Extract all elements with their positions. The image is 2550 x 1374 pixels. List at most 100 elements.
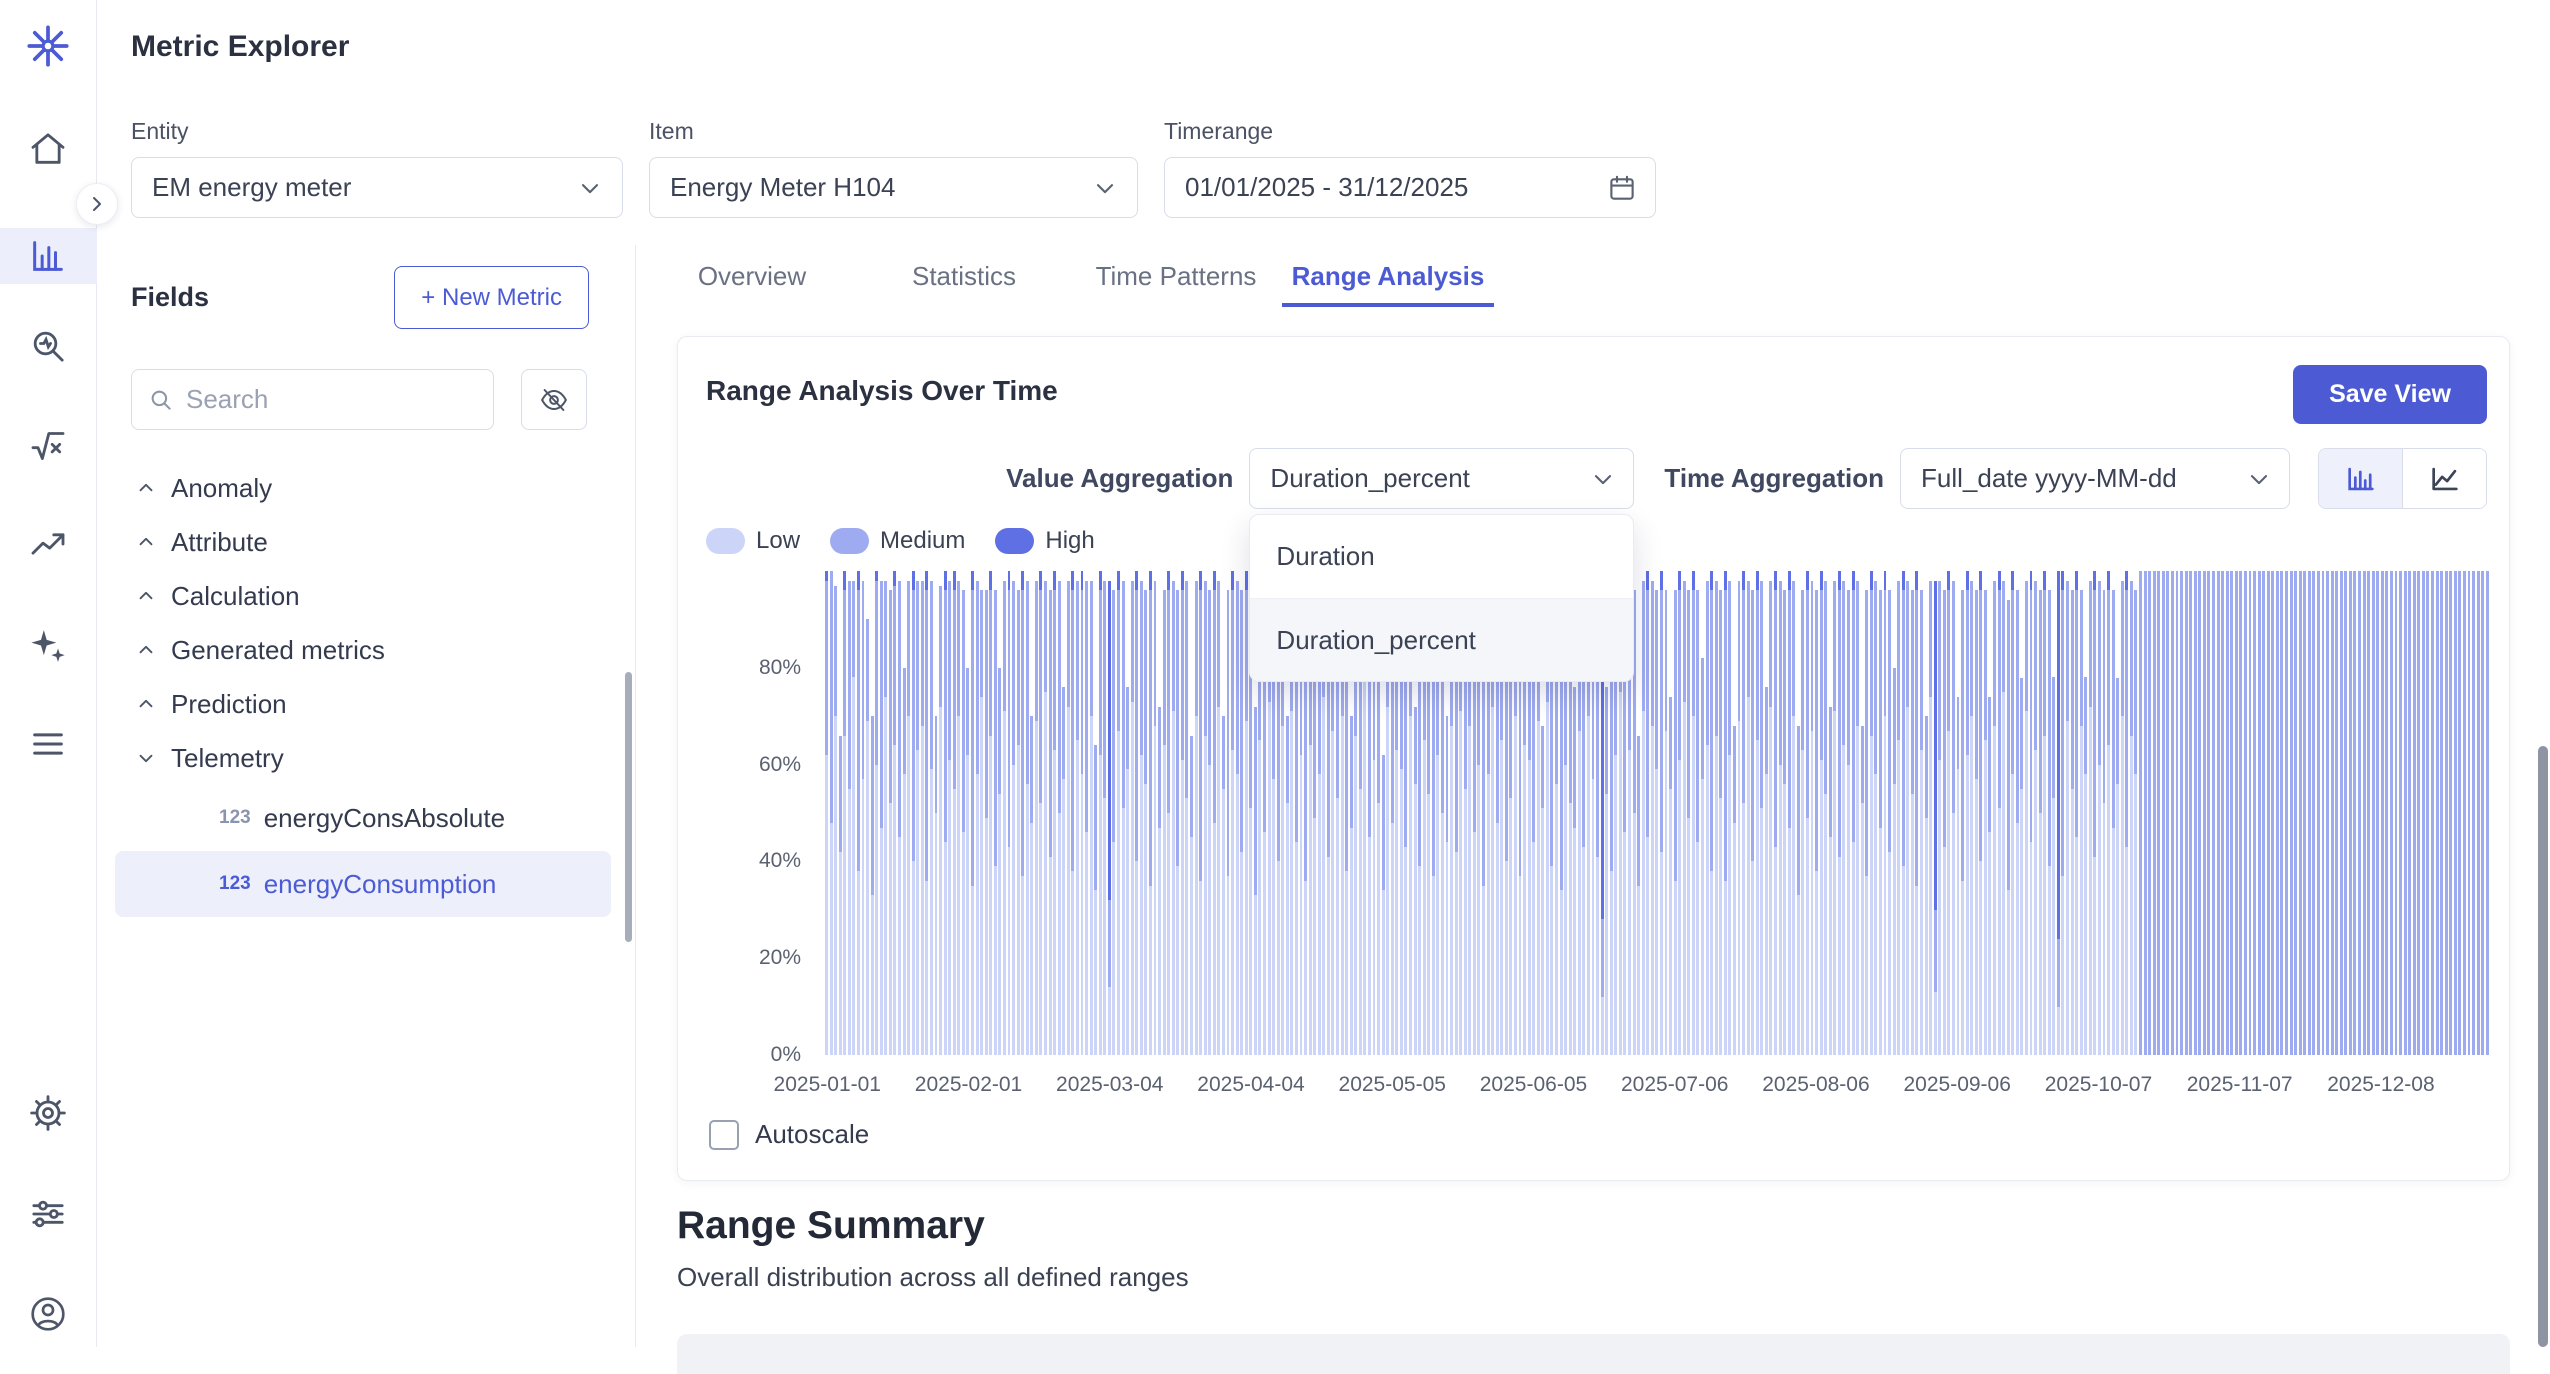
tree-group-generated-metrics[interactable]: Generated metrics xyxy=(97,623,625,677)
chevron-up-icon xyxy=(135,693,157,715)
home-icon[interactable] xyxy=(28,129,68,169)
tree-item-label: energyConsAbsolute xyxy=(264,803,505,834)
bars xyxy=(825,571,2488,1055)
tree-group-label: Calculation xyxy=(171,581,300,612)
tree-group-attribute[interactable]: Attribute xyxy=(97,515,625,569)
preferences-sliders-icon[interactable] xyxy=(28,1194,68,1234)
tree-group-label: Prediction xyxy=(171,689,287,720)
entity-filter: Entity EM energy meter xyxy=(131,118,623,218)
formula-sqrt-icon[interactable] xyxy=(28,426,68,466)
autoscale-label: Autoscale xyxy=(755,1119,869,1150)
search-metrics-icon[interactable] xyxy=(28,326,68,366)
legend-item-high: High xyxy=(995,527,1094,555)
tree-group-telemetry[interactable]: Telemetry xyxy=(97,731,625,785)
chart-type-toggle xyxy=(2318,448,2487,509)
menu-item-duration-percent[interactable]: Duration_percent xyxy=(1250,598,1633,681)
calendar-icon xyxy=(1607,173,1637,203)
bar-chart-view-button[interactable] xyxy=(2319,449,2402,508)
chevron-down-icon xyxy=(1091,174,1119,202)
card-title: Range Analysis Over Time xyxy=(706,375,1058,407)
list-menu-icon[interactable] xyxy=(28,724,68,764)
fields-title: Fields xyxy=(131,282,209,313)
item-filter: Item Energy Meter H104 xyxy=(649,118,1138,218)
entity-label: Entity xyxy=(131,118,623,145)
bar-chart-icon xyxy=(2344,462,2378,496)
tree-group-prediction[interactable]: Prediction xyxy=(97,677,625,731)
metrics-bar-chart-icon[interactable] xyxy=(28,236,68,276)
value-aggregation-label: Value Aggregation xyxy=(1006,463,1233,494)
time-aggregation-value: Full_date yyyy-MM-dd xyxy=(1921,463,2177,494)
ai-sparkles-icon[interactable] xyxy=(28,626,68,666)
trend-up-icon[interactable] xyxy=(28,524,68,564)
chevron-down-icon xyxy=(1589,465,1617,493)
new-metric-button[interactable]: + New Metric xyxy=(394,266,589,329)
page-scrollbar[interactable] xyxy=(2538,746,2548,1347)
tree-group-label: Attribute xyxy=(171,527,268,558)
save-view-button[interactable]: Save View xyxy=(2293,365,2487,424)
x-axis: 2025-01-012025-02-012025-03-042025-04-04… xyxy=(825,1063,2488,1097)
account-icon[interactable] xyxy=(28,1294,68,1334)
app-logo-icon[interactable] xyxy=(25,23,71,69)
search-icon xyxy=(148,387,174,413)
tab-overview[interactable]: Overview xyxy=(646,249,858,307)
panel-collapse-chevron[interactable] xyxy=(76,183,118,225)
tree-item-energyConsAbsolute[interactable]: 123 energyConsAbsolute xyxy=(115,785,611,851)
tab-time-patterns[interactable]: Time Patterns xyxy=(1070,249,1282,307)
autoscale-control: Autoscale xyxy=(709,1119,869,1150)
menu-item-duration[interactable]: Duration xyxy=(1250,515,1633,598)
value-aggregation-value: Duration_percent xyxy=(1270,463,1469,494)
range-analysis-card: Range Analysis Over Time Save View Value… xyxy=(677,336,2510,1181)
legend-label: Low xyxy=(756,527,800,555)
range-summary-subtitle: Overall distribution across all defined … xyxy=(677,1262,1189,1293)
chevron-up-icon xyxy=(135,585,157,607)
value-aggregation-select[interactable]: Duration_percent Duration Duration_perce… xyxy=(1249,448,1634,509)
summary-table-header-strip xyxy=(677,1334,2510,1374)
search-input[interactable] xyxy=(186,384,456,415)
page-header: Metric Explorer Entity EM energy meter I… xyxy=(97,0,2550,245)
time-aggregation-label: Time Aggregation xyxy=(1664,463,1884,494)
legend-swatch xyxy=(995,528,1034,554)
chevron-down-icon xyxy=(2245,465,2273,493)
chart-controls: Value Aggregation Duration_percent Durat… xyxy=(678,448,2487,509)
timerange-filter: Timerange 01/01/2025 - 31/12/2025 xyxy=(1164,118,1656,218)
rail-active-indicator xyxy=(0,228,97,284)
numeric-field-icon: 123 xyxy=(219,807,251,829)
tab-range-analysis[interactable]: Range Analysis xyxy=(1282,249,1494,307)
tree-group-label: Anomaly xyxy=(171,473,272,504)
stacked-bar-chart xyxy=(825,571,2488,1055)
fields-scrollbar[interactable] xyxy=(625,672,632,942)
hide-fields-button[interactable] xyxy=(521,369,587,430)
chart-legend: Low Medium High xyxy=(706,527,1095,555)
chevron-down-icon xyxy=(135,747,157,769)
tab-statistics[interactable]: Statistics xyxy=(858,249,1070,307)
autoscale-checkbox[interactable] xyxy=(709,1120,739,1150)
timerange-input[interactable]: 01/01/2025 - 31/12/2025 xyxy=(1164,157,1656,218)
tree-group-anomaly[interactable]: Anomaly xyxy=(97,461,625,515)
line-chart-icon xyxy=(2428,462,2462,496)
fields-search-box xyxy=(131,369,494,430)
page-title: Metric Explorer xyxy=(131,30,349,64)
line-chart-view-button[interactable] xyxy=(2402,449,2486,508)
y-axis: 0%20%40%60%80% xyxy=(678,571,815,1055)
numeric-field-icon: 123 xyxy=(219,873,251,895)
eye-off-icon xyxy=(539,385,569,415)
range-summary-title: Range Summary xyxy=(677,1204,1189,1248)
legend-label: High xyxy=(1045,527,1094,555)
entity-select[interactable]: EM energy meter xyxy=(131,157,623,218)
value-aggregation-menu: Duration Duration_percent xyxy=(1249,514,1634,682)
tree-item-label: energyConsumption xyxy=(264,869,497,900)
timerange-label: Timerange xyxy=(1164,118,1656,145)
fields-panel: Fields + New Metric Anomaly Attribute xyxy=(97,245,636,1347)
tree-item-energyConsumption[interactable]: 123 energyConsumption xyxy=(115,851,611,917)
timerange-value: 01/01/2025 - 31/12/2025 xyxy=(1185,172,1468,203)
settings-gear-icon[interactable] xyxy=(28,1093,68,1133)
item-select[interactable]: Energy Meter H104 xyxy=(649,157,1138,218)
legend-item-medium: Medium xyxy=(830,527,965,555)
legend-swatch xyxy=(830,528,869,554)
chevron-up-icon xyxy=(135,477,157,499)
time-aggregation-select[interactable]: Full_date yyyy-MM-dd xyxy=(1900,448,2290,509)
chevron-down-icon xyxy=(576,174,604,202)
tab-bar: Overview Statistics Time Patterns Range … xyxy=(646,249,1494,307)
main-content: Overview Statistics Time Patterns Range … xyxy=(636,245,2550,1347)
tree-group-calculation[interactable]: Calculation xyxy=(97,569,625,623)
